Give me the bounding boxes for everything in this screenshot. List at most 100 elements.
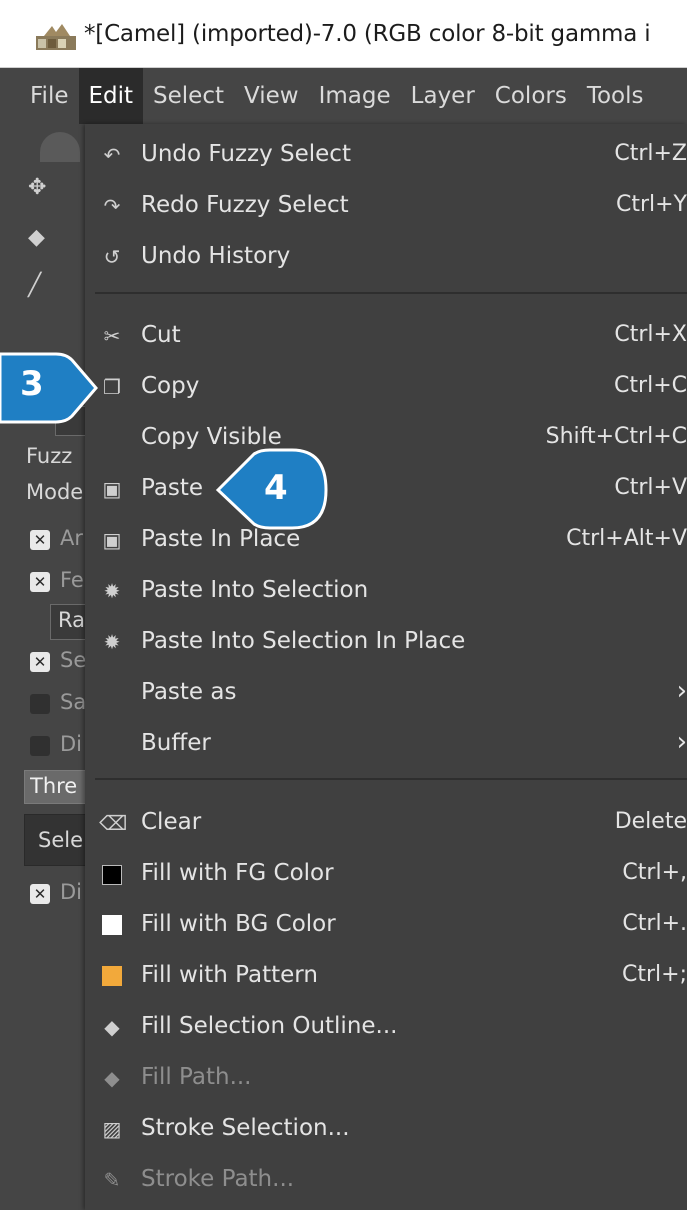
submenu-arrow-icon: › [676,727,687,757]
menu-item-label: Paste [141,475,204,501]
select-transparent-checkbox[interactable]: ✕ [30,652,50,672]
undo-icon: ↶ [103,143,121,167]
radius-label: Ra [58,608,85,632]
pencil-tool-icon[interactable]: ╱ [28,274,52,298]
history-icon: ↺ [103,245,121,269]
fill-outline-icon: ◆ [104,1015,120,1039]
menu-item-paste-as[interactable]: Paste as › [85,668,687,718]
menu-item-shortcut: Ctrl+Y [615,192,687,217]
sample-merged-checkbox[interactable] [30,694,50,714]
toolbox-panel: ✥ ◆ ╱ Fuzz Mode ✕ Ar ✕ Fe Ra ✕ Se Sa Di … [0,124,90,1210]
menu-item-paste-in-place[interactable]: ▣ Paste In Place Ctrl+Alt+V [85,515,687,565]
select-transparent-label: Se [60,648,87,672]
feather-edges-label: Fe [60,568,84,592]
menu-item-shortcut: Ctrl+; [622,962,687,987]
menu-view[interactable]: View [234,68,309,124]
window-title: *[Camel] (imported)-7.0 (RGB color 8-bit… [84,21,651,47]
submenu-arrow-icon: › [676,676,687,706]
menu-item-label: Paste Into Selection [141,577,369,603]
callout-3-number: 3 [20,364,44,404]
menu-file[interactable]: File [0,68,79,124]
menu-item-copy-visible[interactable]: Copy Visible Shift+Ctrl+C [85,413,687,463]
menu-item-shortcut: Ctrl+Z [614,141,687,166]
menu-item-cut[interactable]: ✂ Cut Ctrl+X [85,311,687,361]
menu-item-label: Redo Fuzzy Select [141,192,349,218]
paste-into-in-place-icon: ✹ [103,630,121,654]
menu-item-stroke-path[interactable]: ✎ Stroke Path... [85,1155,687,1205]
menu-item-undo-fuzzy-select[interactable]: ↶ Undo Fuzzy Select Ctrl+Z [85,130,687,180]
menu-item-redo-fuzzy-select[interactable]: ↷ Redo Fuzzy Select Ctrl+Y [85,181,687,231]
menu-item-paste-into-selection[interactable]: ✹ Paste Into Selection [85,566,687,616]
menu-item-clear[interactable]: ⌫ Clear Delete [85,798,687,848]
diagonal-neighbors-label: Di [60,732,83,756]
draw-mask-label: Di [60,880,83,904]
menu-item-label: Buffer [141,730,211,756]
menu-item-label: Undo History [141,243,291,269]
draw-mask-checkbox[interactable]: ✕ [30,884,50,904]
menu-item-label: Stroke Path... [141,1166,295,1192]
callout-3-marker [0,352,98,424]
menu-item-label: Clear [141,809,202,835]
stroke-path-icon: ✎ [103,1168,121,1192]
menu-item-fill-path[interactable]: ◆ Fill Path... [85,1053,687,1103]
fill-path-icon: ◆ [104,1066,120,1090]
menubar: File Edit Select View Image Layer Colors… [0,68,687,124]
stroke-selection-icon: ▨ [102,1117,122,1141]
menu-item-paste[interactable]: ▣ Paste Ctrl+V [85,464,687,514]
bg-color-swatch-icon [99,912,125,938]
menu-item-label: Fill Selection Outline... [141,1013,398,1039]
menu-layer[interactable]: Layer [401,68,485,124]
pattern-swatch-icon [99,963,125,989]
copy-icon: ❐ [103,375,121,399]
menu-item-undo-history[interactable]: ↺ Undo History [85,232,687,282]
menu-item-label: Paste as [141,679,237,705]
menu-item-label: Copy Visible [141,424,282,450]
bucket-fill-tool-icon[interactable]: ◆ [28,226,52,250]
menu-item-shortcut: Ctrl+Alt+V [566,526,687,551]
callout-4-number: 4 [264,468,288,508]
menu-item-shortcut: Ctrl+. [622,911,687,936]
paste-in-place-icon: ▣ [102,528,122,552]
menu-item-label: Stroke Selection... [141,1115,350,1141]
wilber-icon [40,132,80,162]
menu-item-fill-selection-outline[interactable]: ◆ Fill Selection Outline... [85,1002,687,1052]
menu-item-stroke-selection[interactable]: ▨ Stroke Selection... [85,1104,687,1154]
menu-separator [95,292,687,294]
menu-item-label: Copy [141,373,200,399]
menu-item-shortcut: Ctrl+V [614,475,687,500]
scissors-icon: ✂ [103,324,121,348]
menu-item-label: Fill with BG Color [141,911,336,937]
edit-menu-dropdown: ↶ Undo Fuzzy Select Ctrl+Z ↷ Redo Fuzzy … [85,124,687,1210]
tool-options-title: Fuzz [26,444,73,468]
feather-edges-checkbox[interactable]: ✕ [30,572,50,592]
menu-item-buffer[interactable]: Buffer › [85,719,687,769]
menu-item-label: Undo Fuzzy Select [141,141,351,167]
menu-item-label: Cut [141,322,181,348]
clear-icon: ⌫ [99,811,128,835]
menu-image[interactable]: Image [309,68,401,124]
window-titlebar: *[Camel] (imported)-7.0 (RGB color 8-bit… [0,0,687,68]
menu-edit[interactable]: Edit [78,68,144,124]
menu-item-label: Fill with Pattern [141,962,318,988]
move-tool-icon[interactable]: ✥ [28,176,52,200]
redo-icon: ↷ [103,194,121,218]
paste-icon: ▣ [102,477,122,501]
menu-item-fill-bg[interactable]: Fill with BG Color Ctrl+. [85,900,687,950]
menu-item-fill-fg[interactable]: Fill with FG Color Ctrl+, [85,849,687,899]
fg-color-swatch-icon [99,861,125,887]
sample-merged-label: Sa [60,690,87,714]
mode-label: Mode [26,480,84,504]
menu-select[interactable]: Select [143,68,234,124]
threshold-label: Thre [30,774,78,798]
menu-item-shortcut: Ctrl+X [614,322,687,347]
gimp-app-icon [36,24,76,50]
menu-tools[interactable]: Tools [577,68,654,124]
diagonal-neighbors-checkbox[interactable] [30,736,50,756]
menu-colors[interactable]: Colors [485,68,577,124]
antialias-label: Ar [60,526,83,550]
menu-item-fill-pattern[interactable]: Fill with Pattern Ctrl+; [85,951,687,1001]
antialias-checkbox[interactable]: ✕ [30,530,50,550]
menu-item-paste-into-selection-in-place[interactable]: ✹ Paste Into Selection In Place [85,617,687,667]
menu-item-copy[interactable]: ❐ Copy Ctrl+C [85,362,687,412]
menu-item-shortcut: Ctrl+, [622,860,687,885]
